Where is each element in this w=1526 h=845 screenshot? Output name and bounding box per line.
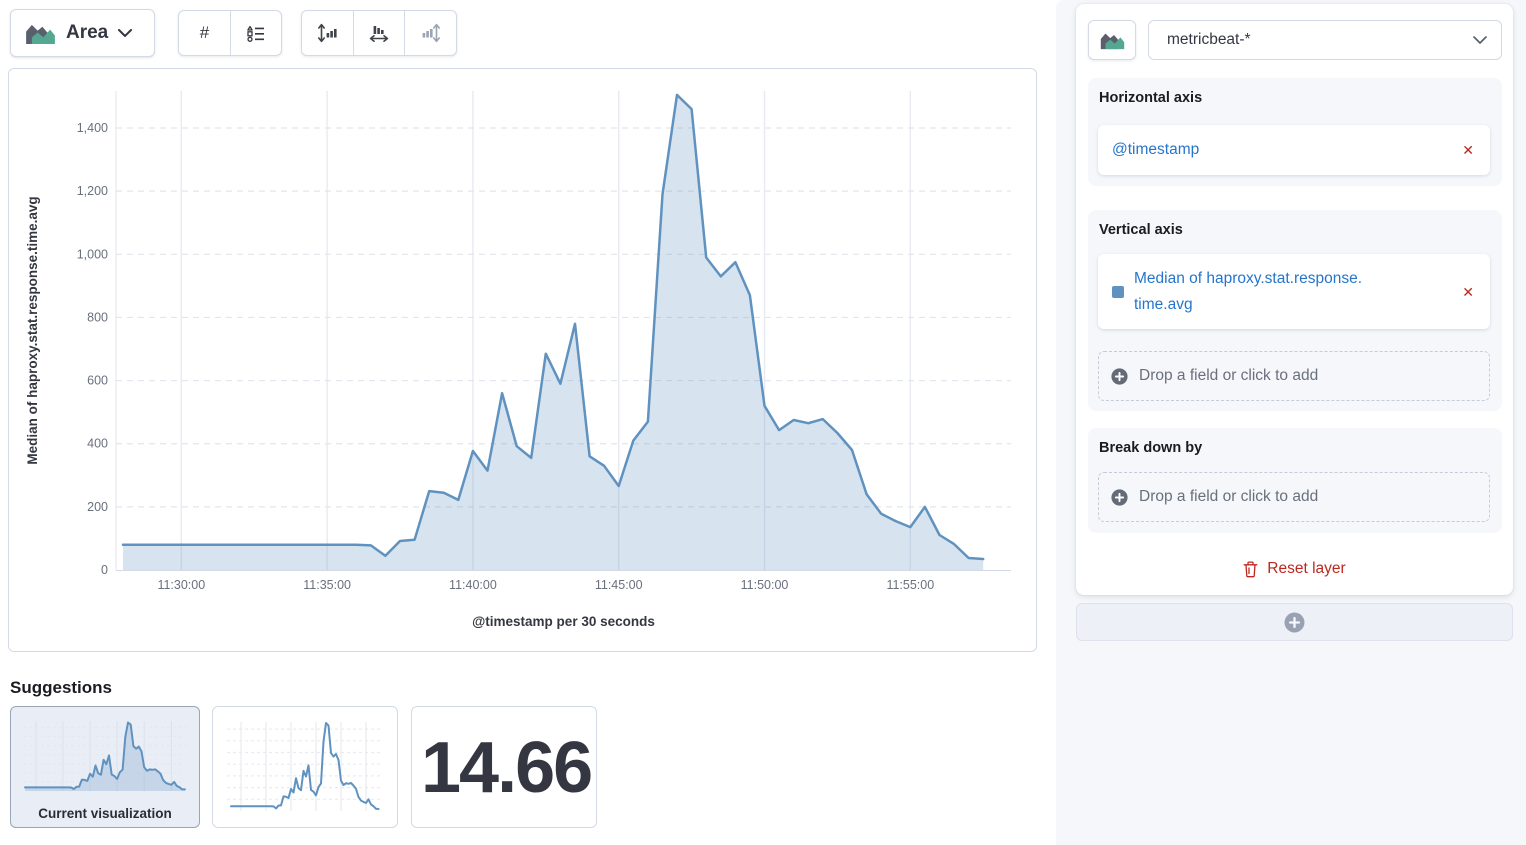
svg-text:11:50:00: 11:50:00	[741, 578, 789, 592]
layer-header: metricbeat-*	[1088, 20, 1502, 60]
add-layer-button[interactable]	[1076, 603, 1513, 641]
reset-layer-label: Reset layer	[1267, 560, 1345, 578]
svg-text:Median of haproxy.stat.respons: Median of haproxy.stat.response.time.avg	[25, 196, 40, 464]
legend-button[interactable]	[230, 11, 281, 55]
svg-text:400: 400	[87, 437, 108, 451]
main-area-chart: 0 200 400 600 800 1,000 1,200 1,400 11:30:00 11:3…	[9, 69, 1036, 651]
chart-type-picker[interactable]: Area	[10, 9, 155, 57]
hash-icon: #	[200, 23, 209, 43]
series-color-swatch	[1112, 286, 1124, 298]
chevron-down-icon	[118, 29, 132, 37]
axis-settings-group	[301, 10, 457, 56]
suggestions-title: Suggestions	[10, 678, 112, 698]
index-pattern-value: metricbeat-*	[1167, 31, 1473, 49]
suggestion-card-line[interactable]	[212, 706, 398, 828]
svg-text:800: 800	[87, 310, 108, 324]
svg-text:11:35:00: 11:35:00	[303, 578, 351, 592]
plus-circle-icon	[1111, 368, 1128, 385]
suggestion-area-thumbnail	[20, 715, 190, 799]
svg-text:11:45:00: 11:45:00	[595, 578, 643, 592]
break-down-section: Break down by Drop a field or click to a…	[1088, 428, 1502, 533]
svg-text:11:40:00: 11:40:00	[449, 578, 497, 592]
suggestion-current-label: Current visualization	[11, 806, 199, 821]
left-axis-button[interactable]	[302, 11, 353, 55]
svg-text:1,000: 1,000	[77, 247, 108, 261]
dimension-timestamp[interactable]: @timestamp ✕	[1098, 125, 1490, 175]
drop-zone-placeholder: Drop a field or click to add	[1139, 367, 1318, 385]
horizontal-axis-section: Horizontal axis @timestamp ✕	[1088, 78, 1502, 186]
display-options-group: #	[178, 10, 282, 56]
remove-dimension-button[interactable]: ✕	[1458, 281, 1478, 303]
trash-icon	[1243, 561, 1258, 578]
svg-text:11:55:00: 11:55:00	[886, 578, 934, 592]
plus-circle-icon	[1111, 489, 1128, 506]
svg-text:11:30:00: 11:30:00	[157, 578, 205, 592]
layer-panel: metricbeat-* Horizontal axis @timestamp …	[1076, 4, 1513, 595]
right-axis-button[interactable]	[404, 11, 455, 55]
left-axis-icon	[316, 21, 340, 45]
suggestion-metric-value: 14.66	[421, 727, 591, 809]
plus-circle-icon	[1284, 612, 1305, 633]
svg-text:@timestamp per 30 seconds: @timestamp per 30 seconds	[472, 614, 655, 629]
vertical-axis-drop-zone[interactable]: Drop a field or click to add	[1098, 351, 1490, 401]
vertical-axis-section: Vertical axis Median of haproxy.stat.res…	[1088, 210, 1502, 411]
drop-zone-placeholder: Drop a field or click to add	[1139, 488, 1318, 506]
svg-text:1,400: 1,400	[77, 121, 108, 135]
reset-layer-button[interactable]: Reset layer	[1076, 554, 1513, 584]
suggestion-card-metric[interactable]: 14.66	[411, 706, 597, 828]
svg-text:200: 200	[87, 500, 108, 514]
dimension-timestamp-label: @timestamp	[1112, 141, 1458, 159]
svg-text:600: 600	[87, 374, 108, 388]
right-axis-icon	[418, 21, 442, 45]
vertical-axis-label: Vertical axis	[1099, 222, 1183, 238]
remove-dimension-button[interactable]: ✕	[1458, 139, 1478, 161]
suggestion-card-current[interactable]: Current visualization	[10, 706, 200, 828]
dimension-median-label: Median of haproxy.stat.response. time.av…	[1134, 266, 1458, 318]
layer-config-column: metricbeat-* Horizontal axis @timestamp …	[1056, 0, 1526, 845]
suggestion-line-thumbnail	[222, 715, 388, 821]
value-labels-button[interactable]: #	[179, 11, 230, 55]
legend-list-icon	[247, 25, 265, 42]
bottom-axis-button[interactable]	[353, 11, 404, 55]
area-chart-icon	[1100, 31, 1125, 50]
svg-text:0: 0	[101, 563, 108, 577]
index-pattern-select[interactable]: metricbeat-*	[1148, 20, 1502, 60]
chart-toolbar: Area #	[0, 0, 1056, 66]
break-down-label: Break down by	[1099, 440, 1202, 456]
break-down-drop-zone[interactable]: Drop a field or click to add	[1098, 472, 1490, 522]
area-chart-icon	[25, 22, 56, 45]
horizontal-axis-label: Horizontal axis	[1099, 90, 1202, 106]
chart-panel: 0 200 400 600 800 1,000 1,200 1,400 11:30:00 11:3…	[8, 68, 1037, 652]
bottom-axis-icon	[367, 21, 391, 45]
chevron-down-icon	[1473, 36, 1487, 44]
dimension-median[interactable]: Median of haproxy.stat.response. time.av…	[1098, 254, 1490, 329]
chart-type-label: Area	[66, 22, 108, 44]
layer-chart-type-button[interactable]	[1088, 20, 1136, 60]
lens-editor-page: Area #	[0, 0, 1526, 845]
svg-text:1,200: 1,200	[77, 184, 108, 198]
